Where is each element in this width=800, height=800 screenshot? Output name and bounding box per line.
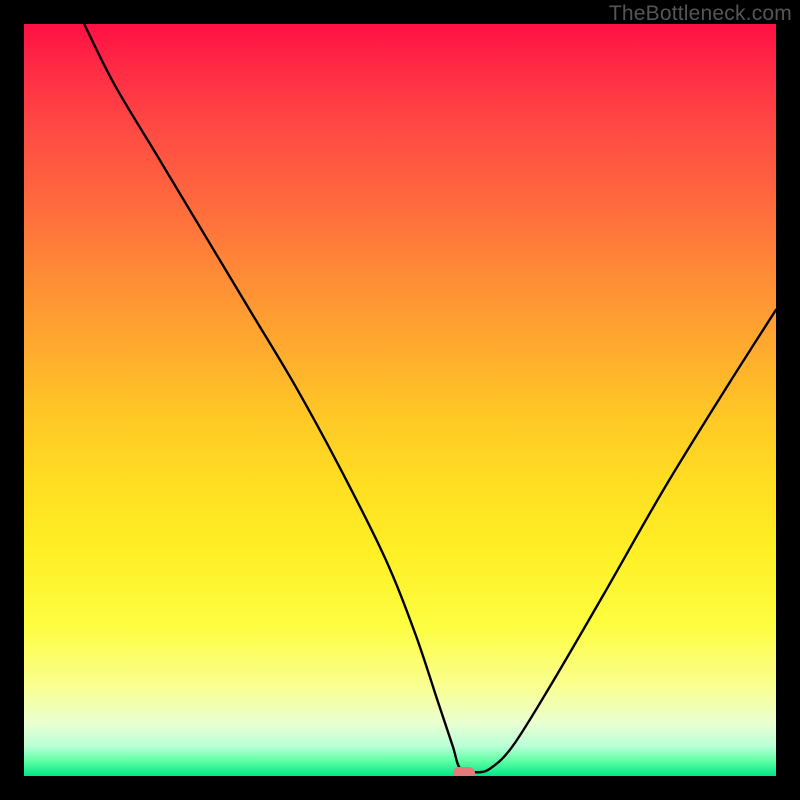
optimal-marker bbox=[453, 767, 475, 776]
chart-frame: TheBottleneck.com bbox=[0, 0, 800, 800]
plot-area bbox=[24, 24, 776, 776]
bottleneck-curve bbox=[24, 24, 776, 776]
watermark-label: TheBottleneck.com bbox=[609, 2, 792, 26]
